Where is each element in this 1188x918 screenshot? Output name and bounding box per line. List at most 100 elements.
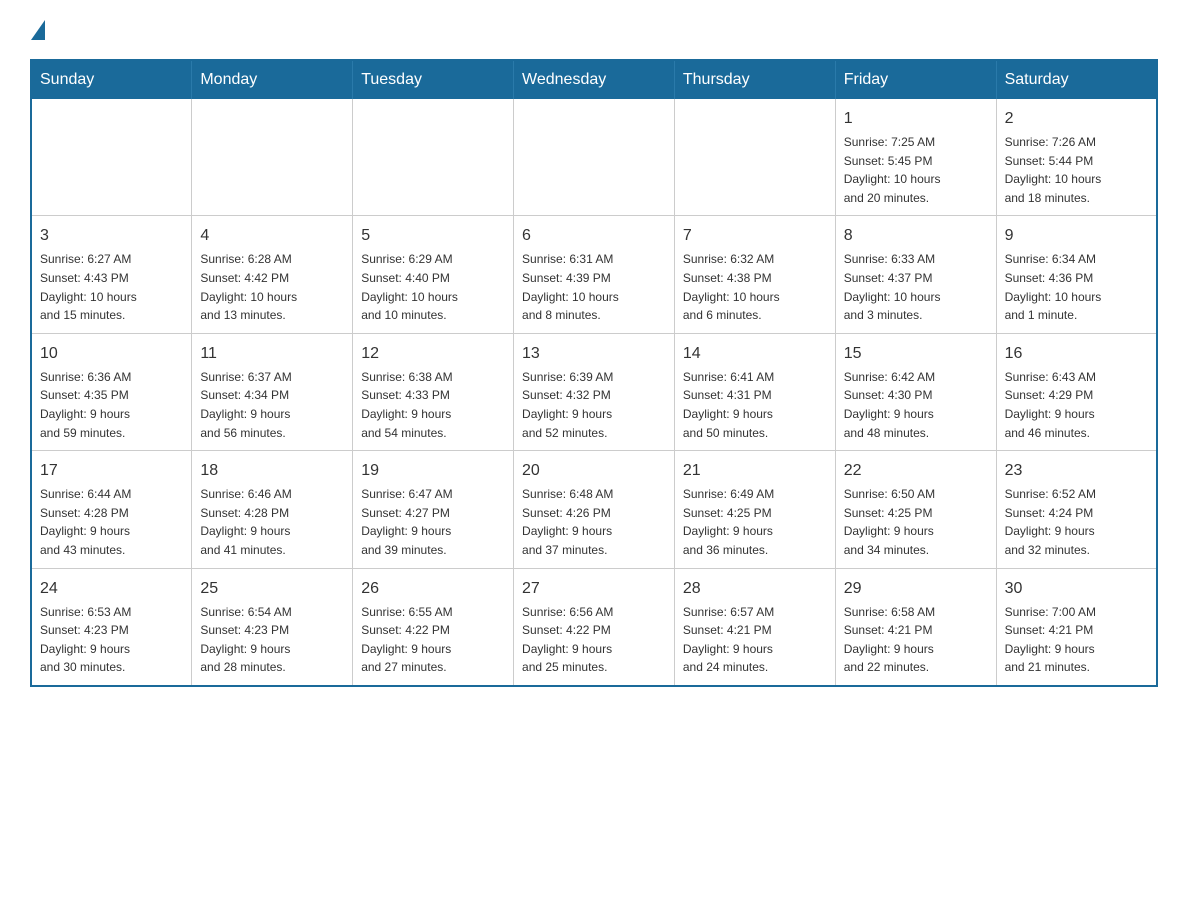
day-info: Sunrise: 6:32 AM Sunset: 4:38 PM Dayligh…: [683, 250, 827, 324]
calendar-cell: 9Sunrise: 6:34 AM Sunset: 4:36 PM Daylig…: [996, 216, 1157, 333]
calendar-cell: 19Sunrise: 6:47 AM Sunset: 4:27 PM Dayli…: [353, 451, 514, 568]
calendar-cell: 2Sunrise: 7:26 AM Sunset: 5:44 PM Daylig…: [996, 99, 1157, 216]
day-number: 30: [1005, 577, 1148, 601]
calendar-cell: 14Sunrise: 6:41 AM Sunset: 4:31 PM Dayli…: [674, 333, 835, 450]
weekday-header-saturday: Saturday: [996, 60, 1157, 99]
day-info: Sunrise: 6:37 AM Sunset: 4:34 PM Dayligh…: [200, 368, 344, 442]
calendar-cell: 29Sunrise: 6:58 AM Sunset: 4:21 PM Dayli…: [835, 568, 996, 686]
day-number: 7: [683, 224, 827, 248]
day-info: Sunrise: 6:53 AM Sunset: 4:23 PM Dayligh…: [40, 603, 183, 677]
day-number: 20: [522, 459, 666, 483]
day-info: Sunrise: 6:31 AM Sunset: 4:39 PM Dayligh…: [522, 250, 666, 324]
calendar-cell: 17Sunrise: 6:44 AM Sunset: 4:28 PM Dayli…: [31, 451, 192, 568]
day-info: Sunrise: 6:46 AM Sunset: 4:28 PM Dayligh…: [200, 485, 344, 559]
day-info: Sunrise: 6:34 AM Sunset: 4:36 PM Dayligh…: [1005, 250, 1148, 324]
day-number: 27: [522, 577, 666, 601]
day-info: Sunrise: 6:57 AM Sunset: 4:21 PM Dayligh…: [683, 603, 827, 677]
day-number: 16: [1005, 342, 1148, 366]
day-number: 26: [361, 577, 505, 601]
weekday-header-sunday: Sunday: [31, 60, 192, 99]
day-number: 3: [40, 224, 183, 248]
day-info: Sunrise: 6:28 AM Sunset: 4:42 PM Dayligh…: [200, 250, 344, 324]
logo: [30, 20, 45, 39]
calendar-table: SundayMondayTuesdayWednesdayThursdayFrid…: [30, 59, 1158, 687]
day-info: Sunrise: 6:58 AM Sunset: 4:21 PM Dayligh…: [844, 603, 988, 677]
calendar-week-row: 1Sunrise: 7:25 AM Sunset: 5:45 PM Daylig…: [31, 99, 1157, 216]
calendar-cell: 3Sunrise: 6:27 AM Sunset: 4:43 PM Daylig…: [31, 216, 192, 333]
page-header: [30, 20, 1158, 39]
calendar-cell: 21Sunrise: 6:49 AM Sunset: 4:25 PM Dayli…: [674, 451, 835, 568]
weekday-header-tuesday: Tuesday: [353, 60, 514, 99]
calendar-cell: 10Sunrise: 6:36 AM Sunset: 4:35 PM Dayli…: [31, 333, 192, 450]
day-number: 23: [1005, 459, 1148, 483]
calendar-cell: [31, 99, 192, 216]
calendar-cell: 28Sunrise: 6:57 AM Sunset: 4:21 PM Dayli…: [674, 568, 835, 686]
calendar-cell: [192, 99, 353, 216]
day-number: 15: [844, 342, 988, 366]
calendar-week-row: 24Sunrise: 6:53 AM Sunset: 4:23 PM Dayli…: [31, 568, 1157, 686]
calendar-cell: 13Sunrise: 6:39 AM Sunset: 4:32 PM Dayli…: [514, 333, 675, 450]
calendar-cell: 24Sunrise: 6:53 AM Sunset: 4:23 PM Dayli…: [31, 568, 192, 686]
day-number: 2: [1005, 107, 1148, 131]
calendar-cell: 7Sunrise: 6:32 AM Sunset: 4:38 PM Daylig…: [674, 216, 835, 333]
day-info: Sunrise: 6:44 AM Sunset: 4:28 PM Dayligh…: [40, 485, 183, 559]
day-number: 21: [683, 459, 827, 483]
day-info: Sunrise: 6:52 AM Sunset: 4:24 PM Dayligh…: [1005, 485, 1148, 559]
calendar-cell: 6Sunrise: 6:31 AM Sunset: 4:39 PM Daylig…: [514, 216, 675, 333]
day-number: 19: [361, 459, 505, 483]
day-number: 22: [844, 459, 988, 483]
calendar-cell: 1Sunrise: 7:25 AM Sunset: 5:45 PM Daylig…: [835, 99, 996, 216]
calendar-cell: 4Sunrise: 6:28 AM Sunset: 4:42 PM Daylig…: [192, 216, 353, 333]
calendar-week-row: 10Sunrise: 6:36 AM Sunset: 4:35 PM Dayli…: [31, 333, 1157, 450]
calendar-week-row: 3Sunrise: 6:27 AM Sunset: 4:43 PM Daylig…: [31, 216, 1157, 333]
calendar-cell: 30Sunrise: 7:00 AM Sunset: 4:21 PM Dayli…: [996, 568, 1157, 686]
day-info: Sunrise: 6:39 AM Sunset: 4:32 PM Dayligh…: [522, 368, 666, 442]
calendar-week-row: 17Sunrise: 6:44 AM Sunset: 4:28 PM Dayli…: [31, 451, 1157, 568]
weekday-header-monday: Monday: [192, 60, 353, 99]
day-number: 24: [40, 577, 183, 601]
weekday-header-thursday: Thursday: [674, 60, 835, 99]
day-number: 6: [522, 224, 666, 248]
day-number: 14: [683, 342, 827, 366]
calendar-cell: 8Sunrise: 6:33 AM Sunset: 4:37 PM Daylig…: [835, 216, 996, 333]
weekday-header-row: SundayMondayTuesdayWednesdayThursdayFrid…: [31, 60, 1157, 99]
day-info: Sunrise: 6:56 AM Sunset: 4:22 PM Dayligh…: [522, 603, 666, 677]
calendar-cell: 20Sunrise: 6:48 AM Sunset: 4:26 PM Dayli…: [514, 451, 675, 568]
calendar-cell: [514, 99, 675, 216]
calendar-cell: [674, 99, 835, 216]
day-number: 28: [683, 577, 827, 601]
calendar-cell: 26Sunrise: 6:55 AM Sunset: 4:22 PM Dayli…: [353, 568, 514, 686]
day-number: 9: [1005, 224, 1148, 248]
day-info: Sunrise: 6:38 AM Sunset: 4:33 PM Dayligh…: [361, 368, 505, 442]
calendar-cell: 23Sunrise: 6:52 AM Sunset: 4:24 PM Dayli…: [996, 451, 1157, 568]
weekday-header-wednesday: Wednesday: [514, 60, 675, 99]
calendar-cell: 16Sunrise: 6:43 AM Sunset: 4:29 PM Dayli…: [996, 333, 1157, 450]
day-number: 29: [844, 577, 988, 601]
day-info: Sunrise: 6:54 AM Sunset: 4:23 PM Dayligh…: [200, 603, 344, 677]
day-info: Sunrise: 6:55 AM Sunset: 4:22 PM Dayligh…: [361, 603, 505, 677]
day-info: Sunrise: 6:36 AM Sunset: 4:35 PM Dayligh…: [40, 368, 183, 442]
calendar-cell: 11Sunrise: 6:37 AM Sunset: 4:34 PM Dayli…: [192, 333, 353, 450]
calendar-cell: 12Sunrise: 6:38 AM Sunset: 4:33 PM Dayli…: [353, 333, 514, 450]
day-number: 4: [200, 224, 344, 248]
day-info: Sunrise: 6:48 AM Sunset: 4:26 PM Dayligh…: [522, 485, 666, 559]
day-info: Sunrise: 6:33 AM Sunset: 4:37 PM Dayligh…: [844, 250, 988, 324]
weekday-header-friday: Friday: [835, 60, 996, 99]
calendar-cell: 18Sunrise: 6:46 AM Sunset: 4:28 PM Dayli…: [192, 451, 353, 568]
day-number: 18: [200, 459, 344, 483]
day-number: 5: [361, 224, 505, 248]
day-info: Sunrise: 7:26 AM Sunset: 5:44 PM Dayligh…: [1005, 133, 1148, 207]
day-number: 12: [361, 342, 505, 366]
day-info: Sunrise: 7:25 AM Sunset: 5:45 PM Dayligh…: [844, 133, 988, 207]
day-info: Sunrise: 6:50 AM Sunset: 4:25 PM Dayligh…: [844, 485, 988, 559]
day-info: Sunrise: 6:42 AM Sunset: 4:30 PM Dayligh…: [844, 368, 988, 442]
day-info: Sunrise: 7:00 AM Sunset: 4:21 PM Dayligh…: [1005, 603, 1148, 677]
day-number: 10: [40, 342, 183, 366]
calendar-cell: 27Sunrise: 6:56 AM Sunset: 4:22 PM Dayli…: [514, 568, 675, 686]
day-number: 1: [844, 107, 988, 131]
day-number: 8: [844, 224, 988, 248]
calendar-cell: 5Sunrise: 6:29 AM Sunset: 4:40 PM Daylig…: [353, 216, 514, 333]
calendar-cell: 15Sunrise: 6:42 AM Sunset: 4:30 PM Dayli…: [835, 333, 996, 450]
day-info: Sunrise: 6:41 AM Sunset: 4:31 PM Dayligh…: [683, 368, 827, 442]
day-info: Sunrise: 6:49 AM Sunset: 4:25 PM Dayligh…: [683, 485, 827, 559]
